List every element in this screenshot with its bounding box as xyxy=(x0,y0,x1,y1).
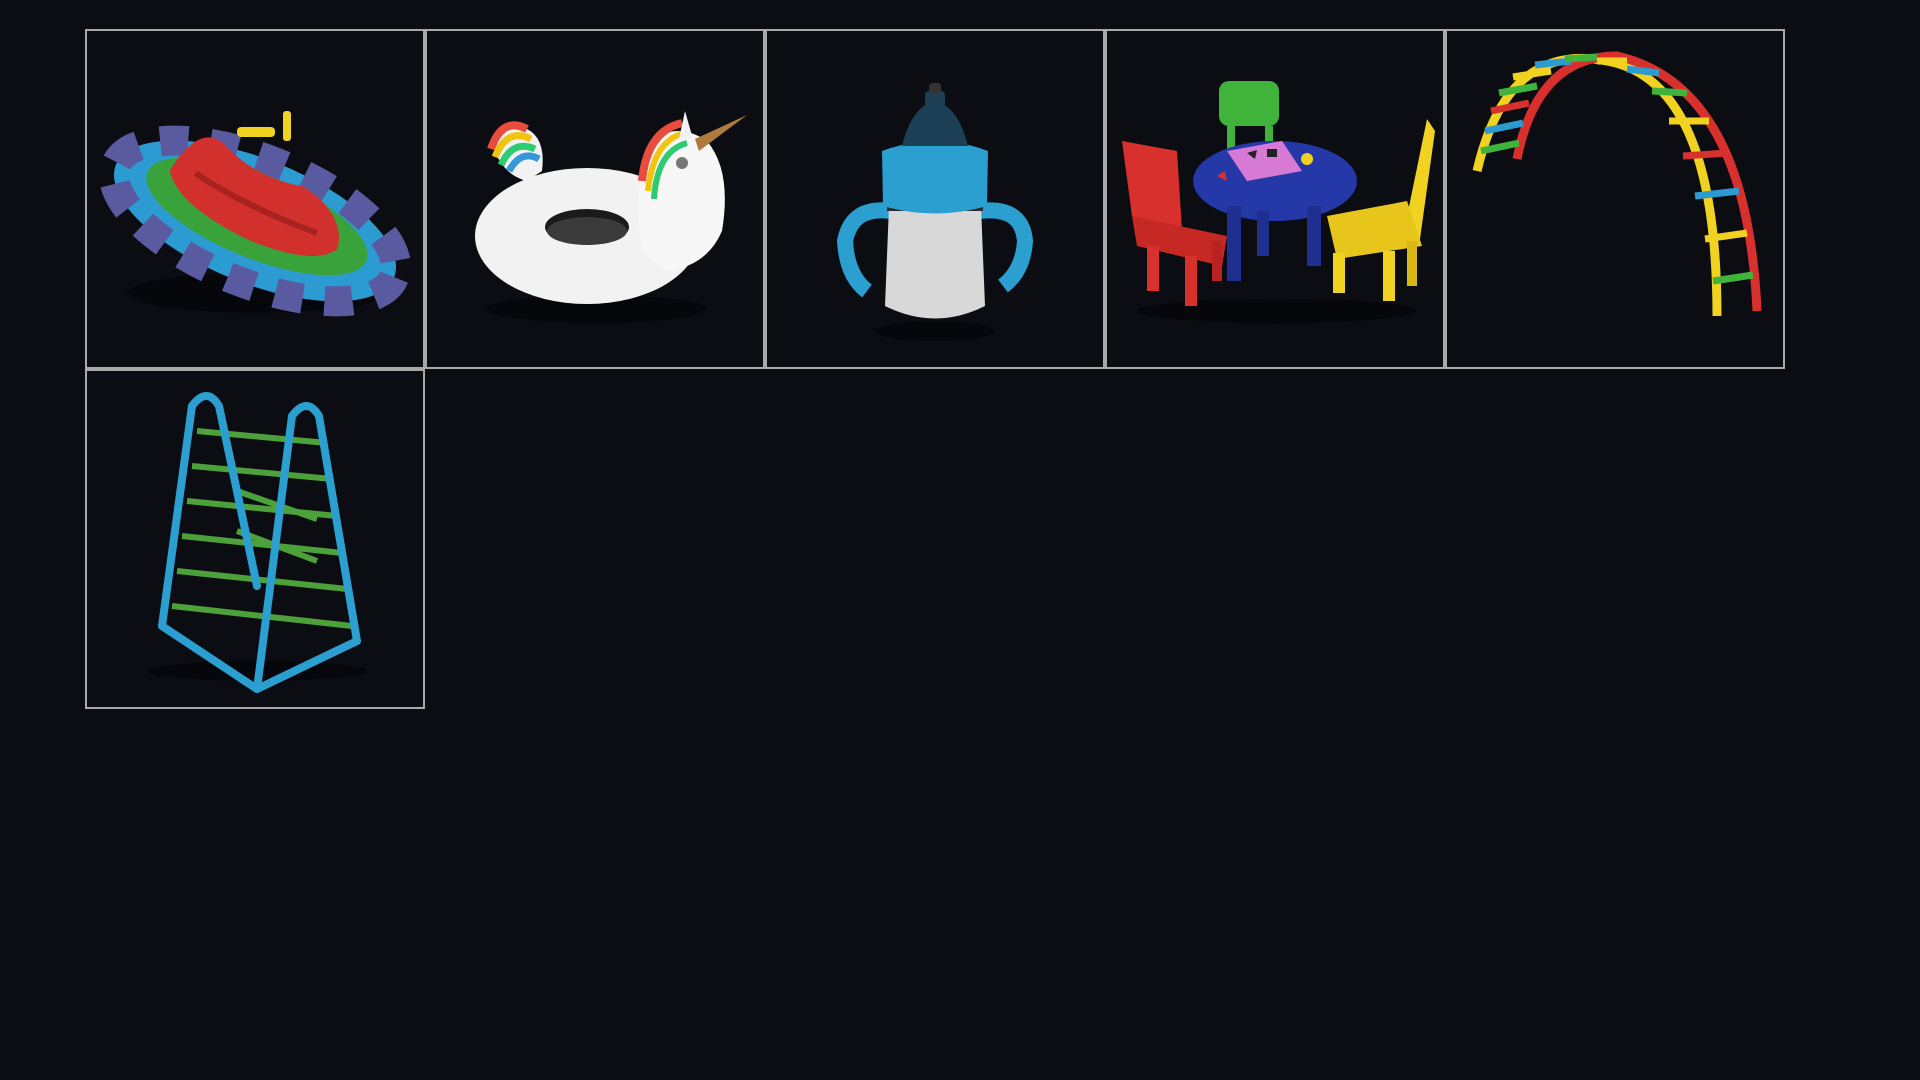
grid-cell-table-chairs[interactable] xyxy=(1105,29,1445,369)
a-frame-climber-icon xyxy=(147,392,367,693)
unicorn-float-icon xyxy=(475,111,747,323)
grid-cell-unicorn-float[interactable] xyxy=(425,29,765,369)
table-chairs-icon xyxy=(1122,81,1435,323)
grid-cell-arch-ladder[interactable] xyxy=(1445,29,1785,369)
grid-cell-sippy-cup[interactable] xyxy=(765,29,1105,369)
bumper-boat-icon xyxy=(98,111,412,317)
grid-cell-bumper-boat[interactable] xyxy=(85,29,425,369)
asset-grid xyxy=(85,29,1789,711)
sippy-cup-icon xyxy=(836,83,1034,341)
grid-cell-a-frame-climber[interactable] xyxy=(85,369,425,709)
arch-ladder-icon xyxy=(1472,51,1762,317)
